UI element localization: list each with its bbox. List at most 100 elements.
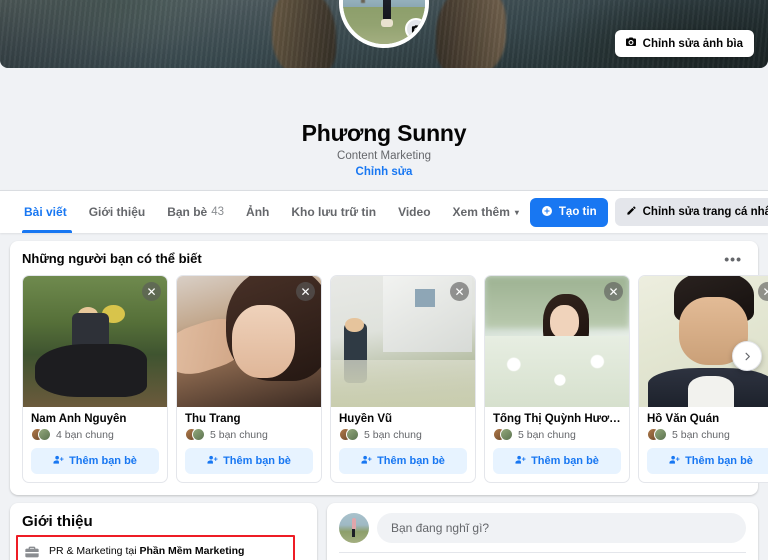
avatar[interactable] bbox=[339, 0, 429, 48]
friend-name: Tống Thị Quỳnh Hương bbox=[493, 413, 621, 425]
tab-friend-count: 43 bbox=[211, 206, 225, 218]
close-icon[interactable]: ✕ bbox=[142, 282, 161, 301]
add-friend-button[interactable]: Thêm bạn bè bbox=[339, 448, 467, 474]
mutual-friends-avatars bbox=[493, 428, 514, 441]
friend-suggestion-card[interactable]: ✕ Hồ Văn Quán 5 bạn chung bbox=[638, 275, 768, 483]
people-you-may-know-card: Những người bạn có thể biết ••• ✕ Nam An… bbox=[10, 241, 768, 495]
pymk-card-row: ✕ Nam Anh Nguyễn 4 bạn chung Thêm bạn bè… bbox=[22, 275, 768, 483]
add-friend-label: Thêm bạn bè bbox=[531, 455, 599, 467]
mutual-friends: 5 bạn chung bbox=[647, 428, 768, 441]
pymk-title: Những người bạn có thể biết bbox=[22, 251, 202, 266]
create-story-button[interactable]: Tạo tin bbox=[529, 197, 608, 227]
tab-video[interactable]: Video bbox=[387, 191, 441, 233]
add-friend-icon bbox=[361, 454, 372, 468]
tab-anh[interactable]: Ảnh bbox=[235, 191, 280, 233]
profile-action-buttons: Tạo tin Chỉnh sửa trang cá nhân ••• bbox=[529, 197, 768, 227]
friend-photo[interactable]: ✕ bbox=[331, 276, 475, 407]
right-column: Video trực tiếp Ảnh/Video bbox=[327, 503, 758, 560]
friend-suggestion-card[interactable]: ✕ Nam Anh Nguyễn 4 bạn chung Thêm bạn bè bbox=[22, 275, 168, 483]
mutual-friends-avatars bbox=[339, 428, 360, 441]
mutual-friends: 5 bạn chung bbox=[493, 428, 621, 441]
friend-photo[interactable]: ✕ bbox=[23, 276, 167, 407]
mutual-friends: 5 bạn chung bbox=[339, 428, 467, 441]
add-friend-icon bbox=[53, 454, 64, 468]
close-icon[interactable]: ✕ bbox=[604, 282, 623, 301]
mutual-friends-avatars bbox=[31, 428, 52, 441]
chevron-down-icon: ▾ bbox=[514, 207, 519, 217]
intro-item-work[interactable]: PR & Marketing tại Phần Mềm Marketing bbox=[22, 539, 305, 560]
facebook-profile-page: Chỉnh sửa ảnh bìa Phương Sunny Content M… bbox=[0, 0, 768, 560]
mutual-friends-label: 5 bạn chung bbox=[210, 428, 268, 441]
pencil-icon bbox=[626, 205, 637, 219]
edit-bio-link[interactable]: Chỉnh sửa bbox=[356, 166, 413, 178]
mutual-friends-avatars bbox=[185, 428, 206, 441]
tab-label: Bạn bè bbox=[167, 205, 208, 219]
tab-kho-luu-tru-tin[interactable]: Kho lưu trữ tin bbox=[280, 191, 387, 233]
briefcase-icon bbox=[24, 544, 40, 560]
cover-rock-left bbox=[272, 0, 336, 68]
friend-suggestion-card[interactable]: ✕ Tống Thị Quỳnh Hương 5 bạn chung Thêm … bbox=[484, 275, 630, 483]
profile-identity-block: Phương Sunny Content Marketing Chỉnh sửa bbox=[0, 68, 768, 180]
friend-suggestion-card[interactable]: ✕ Thu Trang 5 bạn chung Thêm bạn bè bbox=[176, 275, 322, 483]
close-icon[interactable]: ✕ bbox=[450, 282, 469, 301]
intro-title: Giới thiệu bbox=[22, 513, 93, 530]
add-friend-icon bbox=[669, 454, 680, 468]
post-composer-card: Video trực tiếp Ảnh/Video bbox=[327, 503, 758, 560]
avatar-tree bbox=[361, 0, 366, 3]
friend-photo[interactable]: ✕ bbox=[177, 276, 321, 407]
intro-prefix: PR & Marketing tại bbox=[49, 545, 140, 558]
tab-label: Ảnh bbox=[246, 205, 270, 219]
add-friend-icon bbox=[207, 454, 218, 468]
post-input[interactable] bbox=[377, 513, 746, 543]
add-friend-button[interactable]: Thêm bạn bè bbox=[31, 448, 159, 474]
tab-gioi-thieu[interactable]: Giới thiệu bbox=[78, 191, 157, 233]
mutual-friends: 5 bạn chung bbox=[185, 428, 313, 441]
add-friend-label: Thêm bạn bè bbox=[377, 455, 445, 467]
tab-label: Xem thêm bbox=[452, 205, 510, 219]
add-friend-label: Thêm bạn bè bbox=[685, 455, 753, 467]
edit-cover-photo-button[interactable]: Chỉnh sửa ảnh bìa bbox=[614, 30, 754, 57]
tab-label: Bài viết bbox=[24, 205, 67, 219]
pymk-next-button[interactable] bbox=[732, 341, 762, 371]
friend-name: Huyền Vũ bbox=[339, 413, 393, 425]
tab-bai-viet[interactable]: Bài viết bbox=[16, 191, 78, 233]
mutual-friends-label: 4 bạn chung bbox=[56, 428, 114, 441]
mutual-friends-label: 5 bạn chung bbox=[672, 428, 730, 441]
profile-tabs: Bài viết Giới thiệu Bạn bè 43 Ảnh Kho lư… bbox=[16, 191, 530, 233]
add-friend-icon bbox=[515, 454, 526, 468]
friend-name: Hồ Văn Quán bbox=[647, 413, 720, 425]
profile-navbar: Bài viết Giới thiệu Bạn bè 43 Ảnh Kho lư… bbox=[0, 190, 768, 233]
page-title: Phương Sunny bbox=[301, 120, 467, 146]
add-friend-label: Thêm bạn bè bbox=[69, 455, 137, 467]
avatar-camera-badge-icon[interactable] bbox=[405, 18, 425, 40]
tab-xem-them[interactable]: Xem thêm ▾ bbox=[442, 191, 530, 233]
tab-label: Giới thiệu bbox=[88, 205, 146, 219]
edit-profile-label: Chỉnh sửa trang cá nhân bbox=[642, 206, 768, 218]
close-icon[interactable]: ✕ bbox=[296, 282, 315, 301]
mutual-friends: 4 bạn chung bbox=[31, 428, 159, 441]
avatar-person-shoes bbox=[380, 19, 394, 27]
friend-suggestion-card[interactable]: ✕ Huyền Vũ 5 bạn chung Thêm bạn bè bbox=[330, 275, 476, 483]
friend-name: Nam Anh Nguyễn bbox=[31, 413, 127, 425]
main-content: Những người bạn có thể biết ••• ✕ Nam An… bbox=[0, 233, 768, 560]
cover-rock-right bbox=[436, 0, 506, 68]
bottom-row: Giới thiệu PR & Marketing tại Phần Mềm M… bbox=[10, 495, 758, 560]
friend-photo[interactable]: ✕ bbox=[485, 276, 629, 407]
pymk-menu-button[interactable]: ••• bbox=[720, 252, 746, 266]
create-story-label: Tạo tin bbox=[558, 206, 597, 218]
intro-highlight[interactable]: Phần Mềm Marketing bbox=[139, 545, 244, 557]
avatar-person-legs bbox=[383, 0, 392, 22]
edit-profile-button[interactable]: Chỉnh sửa trang cá nhân bbox=[614, 198, 768, 226]
add-friend-button[interactable]: Thêm bạn bè bbox=[647, 448, 768, 474]
tab-ban-be[interactable]: Bạn bè 43 bbox=[156, 191, 235, 233]
intro-item-text: PR & Marketing tại Phần Mềm Marketing bbox=[49, 545, 244, 559]
add-friend-button[interactable]: Thêm bạn bè bbox=[493, 448, 621, 474]
add-friend-button[interactable]: Thêm bạn bè bbox=[185, 448, 313, 474]
composer-avatar[interactable] bbox=[339, 513, 369, 543]
tab-label: Kho lưu trữ tin bbox=[291, 205, 377, 219]
mutual-friends-avatars bbox=[647, 428, 668, 441]
camera-icon bbox=[625, 36, 637, 51]
mutual-friends-label: 5 bạn chung bbox=[364, 428, 422, 441]
composer-divider bbox=[339, 552, 746, 553]
edit-cover-photo-label: Chỉnh sửa ảnh bìa bbox=[642, 37, 743, 50]
